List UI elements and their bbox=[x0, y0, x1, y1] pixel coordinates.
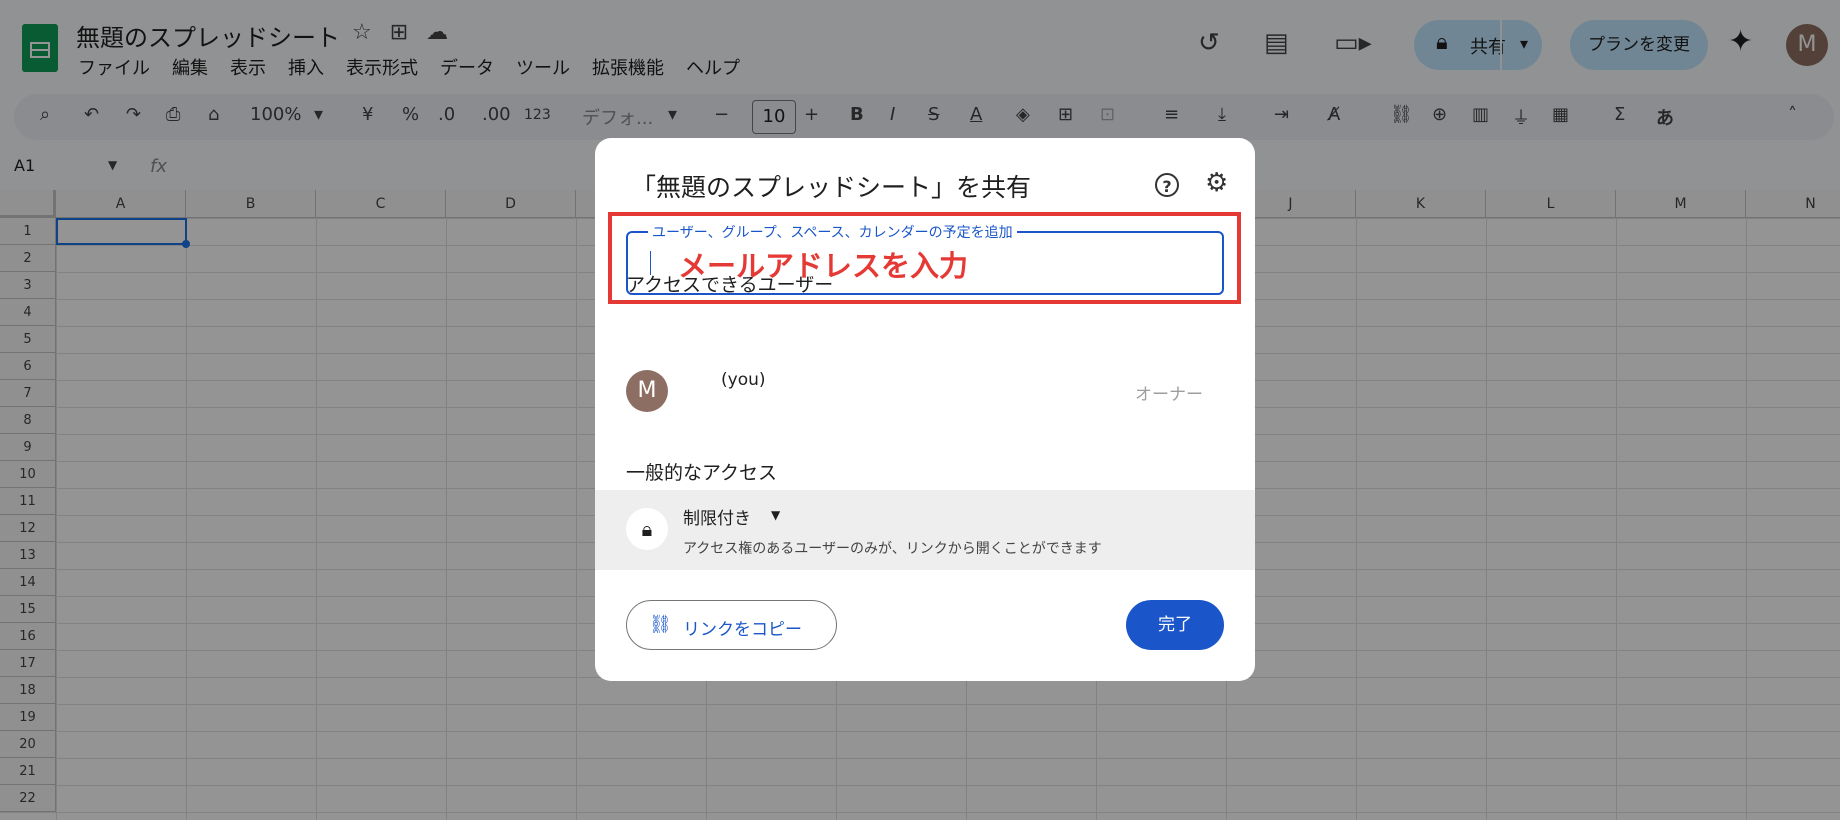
sheets-app: 無題のスプレッドシート ☆ ⊞ ☁ ファイル 編集 表示 挿入 表示形式 データ… bbox=[0, 0, 1840, 820]
general-access-heading: 一般的なアクセス bbox=[626, 462, 778, 484]
access-level-select[interactable]: 制限付き bbox=[683, 504, 751, 529]
link-icon: ⛓ bbox=[649, 614, 672, 635]
access-description: アクセス権のあるユーザーのみが、リンクから開くことができます bbox=[683, 541, 1102, 557]
lock-icon: 🔒︎ bbox=[626, 508, 668, 550]
chevron-down-icon[interactable]: ▼ bbox=[771, 508, 780, 522]
user-name: (you) bbox=[721, 370, 766, 390]
help-icon[interactable]: ? bbox=[1155, 173, 1179, 197]
people-with-access-heading: アクセスできるユーザー bbox=[626, 274, 834, 296]
add-people-label: ユーザー、グループ、スペース、カレンダーの予定を追加 bbox=[648, 222, 1017, 242]
done-button[interactable]: 完了 bbox=[1126, 600, 1224, 650]
user-role: オーナー bbox=[1135, 385, 1203, 405]
copy-link-label: リンクをコピー bbox=[683, 620, 802, 640]
share-dialog: 「無題のスプレッドシート」を共有 ? ⚙ ユーザー、グループ、スペース、カレンダ… bbox=[595, 138, 1255, 681]
general-access-row: 🔒︎ 制限付き ▼ アクセス権のあるユーザーのみが、リンクから開くことができます bbox=[595, 490, 1255, 570]
dialog-title: 「無題のスプレッドシート」を共有 bbox=[631, 173, 1032, 202]
copy-link-button[interactable]: ⛓ リンクをコピー bbox=[626, 600, 837, 650]
gear-icon[interactable]: ⚙ bbox=[1205, 168, 1228, 198]
user-avatar: M bbox=[626, 370, 668, 412]
